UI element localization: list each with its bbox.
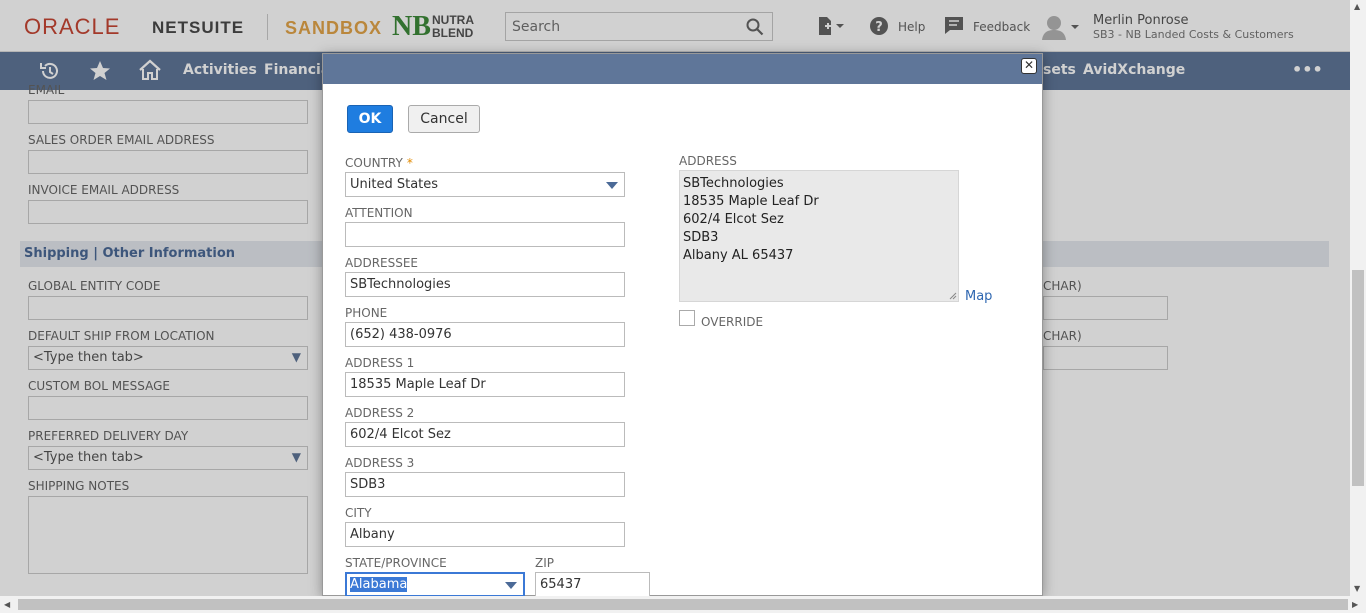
override-checkbox[interactable] <box>679 310 695 326</box>
scroll-up-arrow-icon[interactable]: ▲ <box>1354 2 1360 11</box>
cancel-button[interactable]: Cancel <box>408 105 480 133</box>
address2-field[interactable]: 602/4 Elcot Sez <box>345 422 625 447</box>
address3-field[interactable]: SDB3 <box>345 472 625 497</box>
country-value: United States <box>350 177 439 192</box>
country-label: COUNTRY * <box>345 156 413 170</box>
address1-field[interactable]: 18535 Maple Leaf Dr <box>345 372 625 397</box>
attention-field[interactable] <box>345 222 625 247</box>
zip-field[interactable]: 65437 <box>535 572 650 597</box>
ok-button[interactable]: OK <box>347 105 393 133</box>
city-label: CITY <box>345 506 372 520</box>
required-star: * <box>406 156 413 170</box>
chevron-down-icon[interactable] <box>505 582 517 589</box>
phone-label: PHONE <box>345 306 388 320</box>
state-select[interactable]: Alabama <box>345 572 525 597</box>
resize-handle-icon[interactable] <box>949 292 957 300</box>
address-label: ADDRESS <box>679 154 737 168</box>
attention-label: ATTENTION <box>345 206 413 220</box>
addressee-label: ADDRESSEE <box>345 256 419 270</box>
vertical-scrollbar-thumb[interactable] <box>1352 270 1364 486</box>
addressee-field[interactable]: SBTechnologies <box>345 272 625 297</box>
close-button[interactable]: ✕ <box>1021 58 1037 74</box>
scroll-right-arrow-icon[interactable]: ▶ <box>1352 600 1358 609</box>
address-popup: ✕ OK Cancel COUNTRY * United States ATTEN… <box>322 53 1043 597</box>
map-link[interactable]: Map <box>965 289 992 304</box>
horizontal-scrollbar-thumb[interactable] <box>18 599 1348 610</box>
zip-label: ZIP <box>535 556 554 570</box>
state-label: STATE/PROVINCE <box>345 556 447 570</box>
address1-label: ADDRESS 1 <box>345 356 415 370</box>
popup-header: ✕ <box>323 54 1042 84</box>
chevron-down-icon[interactable] <box>606 182 618 189</box>
scroll-left-arrow-icon[interactable]: ◀ <box>4 600 10 609</box>
state-value: Alabama <box>350 577 408 592</box>
phone-field[interactable]: (652) 438-0976 <box>345 322 625 347</box>
country-select[interactable]: United States <box>345 172 625 197</box>
country-label-text: COUNTRY <box>345 156 403 170</box>
scroll-down-arrow-icon[interactable]: ▼ <box>1354 584 1360 593</box>
override-label: OVERRIDE <box>701 315 764 329</box>
address2-label: ADDRESS 2 <box>345 406 415 420</box>
address3-label: ADDRESS 3 <box>345 456 415 470</box>
city-field[interactable]: Albany <box>345 522 625 547</box>
address-textarea[interactable]: SBTechnologies 18535 Maple Leaf Dr 602/4… <box>679 170 959 302</box>
